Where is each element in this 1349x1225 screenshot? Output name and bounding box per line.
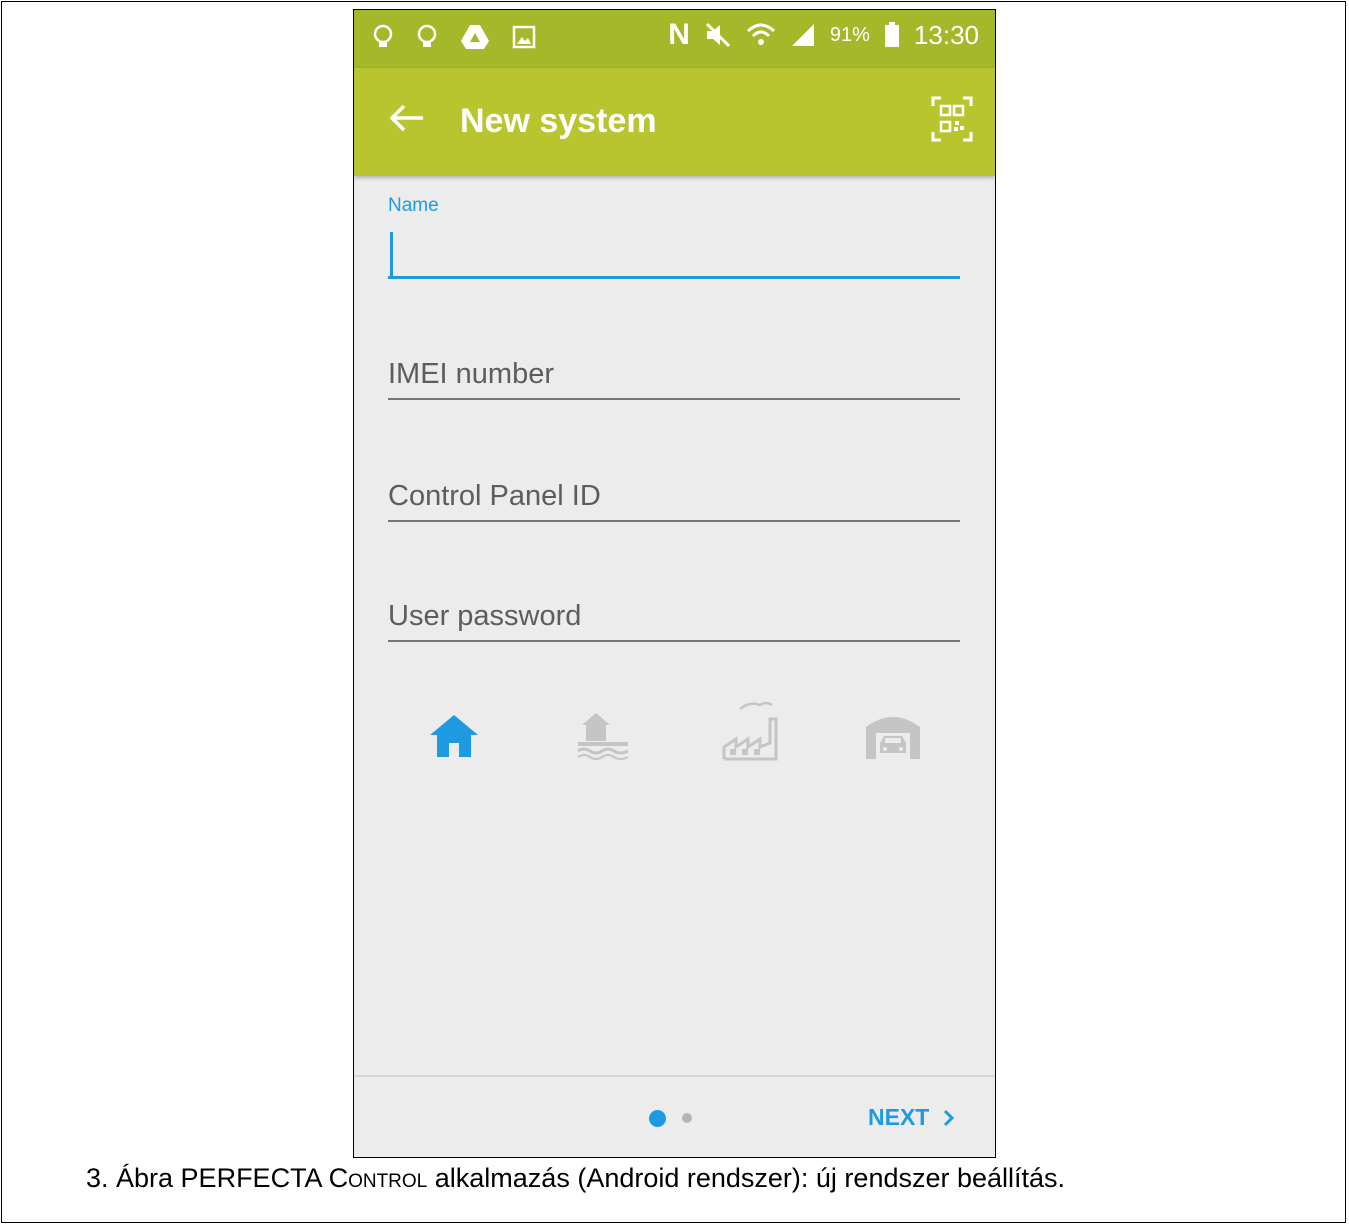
gallery-icon <box>512 25 536 49</box>
phone-screen: N 91% 13:30 New system Name IMEI number … <box>353 9 996 1158</box>
notification-icon <box>373 24 393 47</box>
page-title: New system <box>460 102 657 140</box>
page-indicator-inactive <box>682 1113 692 1123</box>
user-password-input[interactable] <box>388 596 960 636</box>
name-underline <box>388 276 960 279</box>
house-icon[interactable] <box>428 713 480 759</box>
garage-icon[interactable] <box>864 711 922 761</box>
imei-underline <box>388 398 960 400</box>
clock: 13:30 <box>913 19 979 50</box>
control-panel-id-underline <box>388 520 960 522</box>
page-indicator-active <box>649 1110 666 1127</box>
mute-icon <box>705 22 730 48</box>
qr-scan-icon[interactable] <box>931 96 973 142</box>
text-cursor <box>390 232 393 276</box>
back-arrow-icon[interactable] <box>387 98 427 138</box>
signal-icon <box>791 24 814 46</box>
factory-icon[interactable] <box>720 699 778 761</box>
next-button[interactable]: NEXT <box>868 1104 955 1131</box>
system-type-selector <box>414 701 934 765</box>
control-panel-id-input[interactable] <box>388 476 960 516</box>
status-bar: N 91% 13:30 <box>354 10 995 68</box>
figure-caption: 3. Ábra PERFECTA Control alkalmazás (And… <box>86 1163 1066 1193</box>
name-input[interactable] <box>388 234 960 276</box>
name-label: Name <box>388 195 439 216</box>
user-password-underline <box>388 640 960 642</box>
nfc-icon: N <box>668 18 690 51</box>
chevron-right-icon <box>944 1109 955 1126</box>
notification-icon <box>417 24 437 47</box>
imei-input[interactable] <box>388 354 960 394</box>
next-label: NEXT <box>868 1104 930 1130</box>
wifi-icon <box>746 23 775 45</box>
battery-icon <box>884 22 899 47</box>
drive-icon <box>461 25 489 49</box>
footer-divider <box>354 1075 995 1077</box>
lake-house-icon[interactable] <box>574 711 632 761</box>
battery-percent: 91% <box>829 23 870 46</box>
app-bar: New system <box>354 68 995 176</box>
